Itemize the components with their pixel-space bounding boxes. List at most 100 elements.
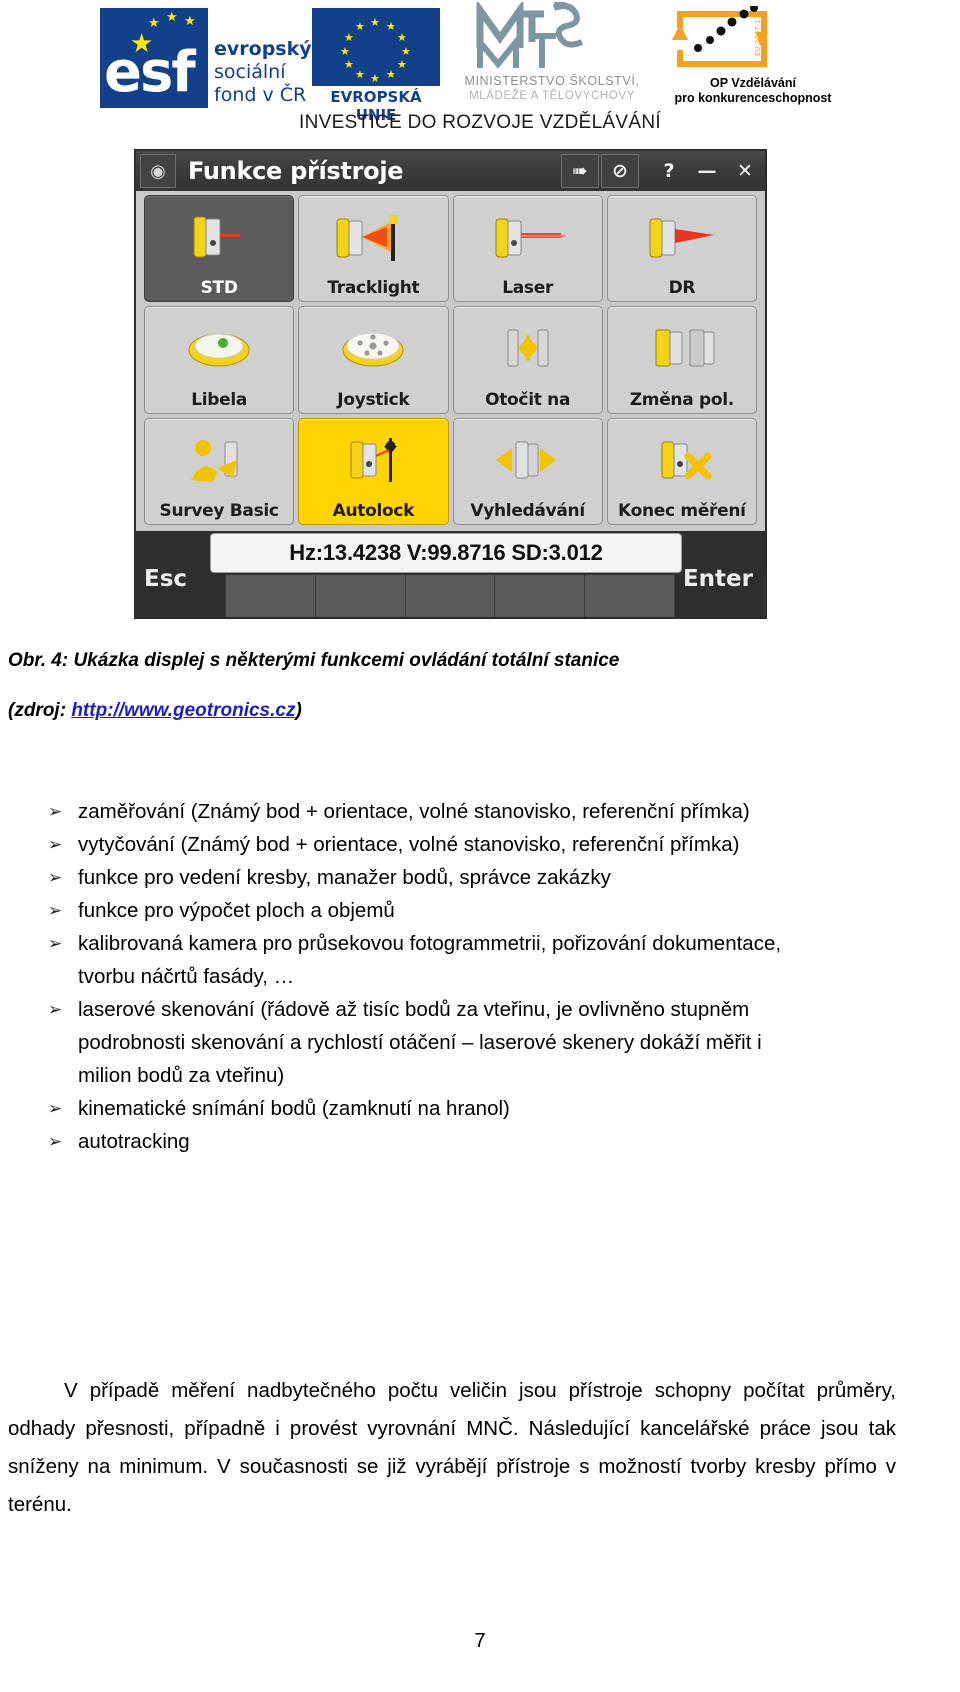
- list-item: ➢ funkce pro výpočet ploch a objemů: [42, 894, 932, 927]
- function-tile-laser[interactable]: Laser: [452, 195, 603, 303]
- header-logo-strip: ★ ★ ★ ★ esf evropský sociální fond v ČR …: [0, 0, 960, 124]
- no-entry-icon[interactable]: ⊘: [601, 154, 639, 188]
- esf-caption-line1: evropský: [214, 38, 312, 60]
- eu-logo: ★ ★ ★ ★ ★ ★ ★ ★ ★ ★ ★ ★ EVROPSKÁ UNIE: [312, 8, 440, 124]
- eu-flag-block: ★ ★ ★ ★ ★ ★ ★ ★ ★ ★ ★ ★: [312, 8, 440, 86]
- minimize-button[interactable]: —: [689, 155, 725, 187]
- device-settings-icon: ◉: [140, 154, 176, 188]
- msmt-monogram-icon: [476, 2, 584, 69]
- total-station-screen-figure: ◉ Funkce přístroje ➠ ⊘ ? — ✕ STD Trackli…: [134, 149, 767, 619]
- device-status-row: Hz:13.4238 V:99.8716 SD:3.012: [136, 531, 765, 575]
- list-item: ➢ autotracking: [42, 1125, 932, 1158]
- softkey-2[interactable]: [226, 575, 316, 617]
- function-tile-libela[interactable]: Libela: [144, 306, 295, 414]
- function-tile-label: Vyhledávání: [470, 501, 585, 521]
- bullet-marker-icon: ➢: [48, 868, 63, 887]
- softkey-5[interactable]: [495, 575, 586, 617]
- opvk-caption-line1: OP Vzdělávání: [710, 76, 796, 90]
- function-tile-label: STD: [200, 278, 238, 299]
- bubble-level-icon: [145, 307, 293, 389]
- autolock-icon: [299, 419, 447, 501]
- list-item: ➢ kinematické snímání bodů (zamknutí na …: [42, 1092, 932, 1125]
- change-face-icon: [608, 307, 756, 389]
- list-item-text: funkce pro výpočet ploch a objemů: [78, 899, 395, 922]
- esf-wordmark: esf: [104, 40, 196, 105]
- bullet-marker-icon: ➢: [48, 1132, 63, 1151]
- help-button[interactable]: ?: [651, 155, 687, 187]
- function-tile-dr[interactable]: DR: [606, 195, 757, 303]
- function-tile-turn-to[interactable]: Otočit na: [452, 306, 603, 414]
- figure-caption-line2: (zdroj: http://www.geotronics.cz): [8, 700, 908, 722]
- esf-caption-line3: fond v ČR: [214, 84, 307, 106]
- function-tile-std[interactable]: STD: [144, 195, 295, 303]
- list-item-text: zaměřování (Známý bod + orientace, volné…: [78, 800, 750, 823]
- function-tile-search[interactable]: Vyhledávání: [452, 417, 603, 525]
- softkey-6[interactable]: [585, 575, 676, 617]
- function-tile-label: Konec měření: [618, 501, 746, 521]
- eu-star-circle: ★ ★ ★ ★ ★ ★ ★ ★ ★ ★ ★ ★: [340, 17, 411, 85]
- list-item-text: podrobnosti skenování a rychlostí otáčen…: [78, 1031, 762, 1054]
- function-tile-change-face[interactable]: Změna pol.: [606, 306, 757, 414]
- figure-caption-line1: Obr. 4: Ukázka displej s některými funkc…: [8, 650, 620, 671]
- opvk-emblem-icon: EU 2007-13: [672, 6, 768, 67]
- close-button[interactable]: ✕: [727, 155, 763, 187]
- function-tile-label: Otočit na: [485, 389, 571, 410]
- msmt-caption-line1: MINISTERSTVO ŠKOLSTVÍ,: [464, 74, 640, 88]
- opvk-logo: EU 2007-13 OP Vzdělávání pro konkurences…: [658, 6, 858, 108]
- function-tile-autolock[interactable]: Autolock: [298, 417, 449, 525]
- softkey-enter-label: Enter: [682, 566, 753, 592]
- list-item-text: autotracking: [78, 1130, 190, 1153]
- list-item: ➢ zaměřování (Známý bod + orientace, vol…: [42, 795, 932, 828]
- list-item: ➢ laserové skenování (řádově až tisíc bo…: [42, 993, 932, 1026]
- svg-text:EU 2007-13: EU 2007-13: [754, 15, 762, 56]
- tracklight-icon: [299, 196, 447, 278]
- function-tile-label: Laser: [502, 278, 554, 299]
- function-tile-label: DR: [668, 278, 696, 299]
- feature-bullet-list: ➢ zaměřování (Známý bod + orientace, vol…: [42, 795, 932, 1158]
- esf-caption-line2: sociální: [214, 61, 286, 83]
- bullet-marker-icon: ➢: [48, 1099, 63, 1118]
- esf-flag-block: ★ ★ ★ ★ esf: [100, 8, 208, 108]
- laser-pointer-icon: [454, 196, 602, 278]
- geotronics-link[interactable]: http://www.geotronics.cz: [71, 700, 295, 721]
- function-tile-survey-basic[interactable]: Survey Basic: [144, 417, 295, 525]
- msmt-caption: MINISTERSTVO ŠKOLSTVÍ, MLÁDEŽE A TĚLOVÝC…: [452, 74, 652, 104]
- bullet-marker-icon: ➢: [48, 835, 63, 854]
- function-tile-label: Změna pol.: [629, 389, 735, 410]
- function-tile-tracklight[interactable]: Tracklight: [298, 195, 449, 303]
- list-item-continuation: milion bodů za vteřinu): [42, 1059, 932, 1092]
- softkey-3[interactable]: [316, 575, 406, 617]
- page-number: 7: [474, 1630, 486, 1652]
- esf-caption: evropský sociální fond v ČR: [214, 38, 312, 107]
- direct-reflex-icon: [608, 196, 756, 278]
- total-station-std-icon: [145, 196, 293, 278]
- list-item: ➢ funkce pro vedení kresby, manažer bodů…: [42, 861, 932, 894]
- list-item-text: milion bodů za vteřinu): [78, 1064, 285, 1087]
- function-tile-end-measurement[interactable]: Konec měření: [606, 417, 757, 525]
- list-item: ➢ vytyčování (Známý bod + orientace, vol…: [42, 828, 932, 861]
- msmt-caption-line2: MLÁDEŽE A TĚLOVÝCHOVY: [469, 90, 635, 102]
- opvk-caption: OP Vzdělávání pro konkurenceschopnost: [658, 76, 848, 106]
- list-item-text: vytyčování (Známý bod + orientace, volné…: [78, 833, 740, 856]
- caption-source-prefix: (zdroj:: [8, 700, 72, 721]
- list-item-text: kinematické snímání bodů (zamknutí na hr…: [78, 1097, 510, 1120]
- survey-basic-icon: [145, 419, 293, 501]
- bullet-marker-icon: ➢: [48, 802, 63, 821]
- bullet-marker-icon: ➢: [48, 1000, 63, 1019]
- joystick-disc-icon: [299, 307, 447, 389]
- device-window-title: Funkce přístroje: [188, 157, 404, 185]
- connect-icon[interactable]: ➠: [561, 154, 599, 188]
- function-tile-label: Joystick: [337, 389, 410, 410]
- bullet-marker-icon: ➢: [48, 934, 63, 953]
- function-tile-label: Libela: [191, 389, 248, 410]
- turn-to-icon: [454, 307, 602, 389]
- function-tile-label: Tracklight: [327, 278, 420, 299]
- bullet-marker-icon: ➢: [48, 901, 63, 920]
- softkey-4[interactable]: [406, 575, 496, 617]
- search-target-icon: [454, 419, 602, 501]
- function-tile-label: Autolock: [332, 501, 415, 521]
- list-item-text: funkce pro vedení kresby, manažer bodů, …: [78, 866, 611, 889]
- list-item-text: kalibrovaná kamera pro průsekovou fotogr…: [78, 932, 782, 955]
- function-tile-joystick[interactable]: Joystick: [298, 306, 449, 414]
- device-titlebar: ◉ Funkce přístroje ➠ ⊘ ? — ✕: [136, 151, 765, 191]
